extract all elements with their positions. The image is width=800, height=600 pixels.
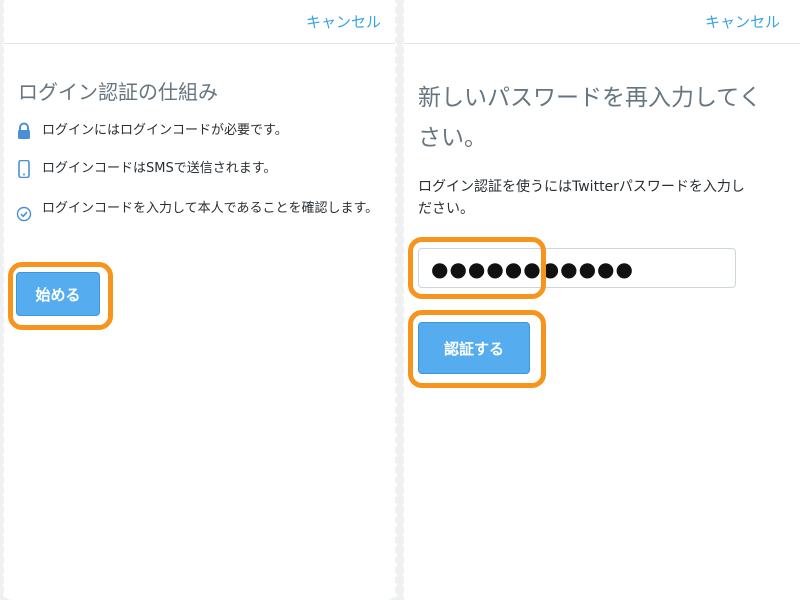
verify-button[interactable]: 認証する [418,322,530,374]
title-line: さい。 [418,125,487,151]
description: ログイン認証を使うにはTwitterパスワードを入力し ださい。 [418,176,800,220]
highlight-outline [408,237,546,299]
top-bar: キャンセル [4,0,395,44]
cancel-link[interactable]: キャンセル [306,11,381,32]
lock-icon [16,122,32,140]
feature-text: ログインにはログインコードが必要です。 [42,123,288,138]
title-line: 新しいパスワードを再入力してく [418,85,762,111]
top-bar: キャンセル [404,0,800,44]
page-title: ログイン認証の仕組み [18,80,218,104]
description-line: ださい。 [418,201,474,217]
check-circle-icon [16,206,32,224]
cancel-link[interactable]: キャンセル [705,11,780,32]
feature-text: ログインコードを入力して本人であることを確認します。 [42,201,379,216]
password-reentry-panel: キャンセル 新しいパスワードを再入力してく さい。 ログイン認証を使うにはTwi… [404,0,800,600]
page-title: 新しいパスワードを再入力してく さい。 [418,78,800,158]
description-line: ログイン認証を使うにはTwitterパスワードを入力し [418,179,745,195]
start-button[interactable]: 始める [16,272,100,316]
feature-text: ログインコードはSMSで送信されます。 [42,161,277,176]
login-verification-info-panel: キャンセル ログイン認証の仕組み ログインにはログインコードが必要です。 ログイ… [4,0,395,600]
phone-icon [16,159,32,179]
